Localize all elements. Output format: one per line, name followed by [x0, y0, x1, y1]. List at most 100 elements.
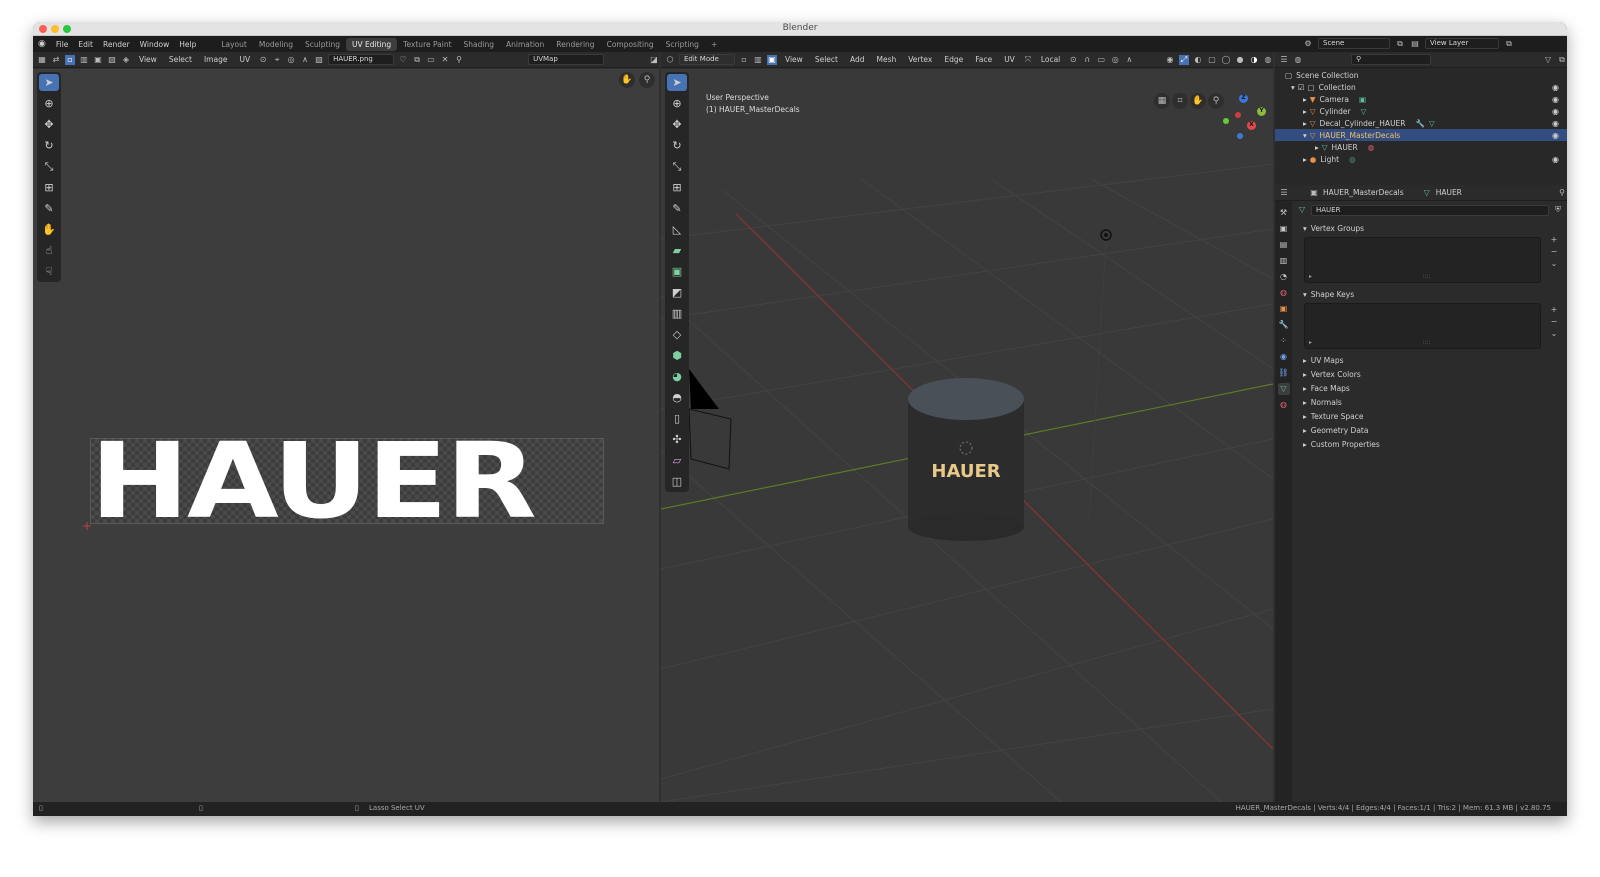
cylinder-eye-icon[interactable]: ◉ — [1552, 107, 1559, 116]
inset-tool-icon[interactable]: ▣ — [667, 263, 687, 280]
panel-texture-space[interactable]: ▸ Texture Space — [1297, 409, 1563, 423]
object-tab-icon[interactable]: ▣ — [1278, 303, 1290, 315]
outliner-type-icon[interactable]: ☰ — [1279, 55, 1289, 65]
tab-shading[interactable]: Shading — [458, 38, 500, 51]
tab-uv-editing[interactable]: UV Editing — [346, 37, 398, 51]
menu-edit[interactable]: Edit — [73, 40, 98, 49]
new-scene-icon[interactable]: ⧉ — [1395, 39, 1405, 49]
move-tool-icon[interactable]: ✥ — [39, 116, 59, 133]
display-channels-icon[interactable]: ◪ — [649, 55, 659, 65]
panel-vertex-groups[interactable]: ▾ Vertex Groups — [1297, 221, 1563, 235]
toggle-grid-view-icon[interactable]: ▦ — [1154, 93, 1170, 109]
edge-mode-icon[interactable]: ▥ — [753, 55, 763, 65]
sticky-mode-icon[interactable]: ◈ — [121, 55, 131, 65]
pin-icon[interactable]: ⚲ — [454, 55, 464, 65]
solid-shading-icon[interactable]: ● — [1235, 55, 1245, 65]
tab-compositing[interactable]: Compositing — [601, 38, 660, 51]
proportional-edit-icon[interactable]: ◎ — [1110, 55, 1120, 65]
measure-tool-icon[interactable]: ◺ — [667, 221, 687, 238]
menu-file[interactable]: File — [51, 40, 74, 49]
scene-icon[interactable]: ⚙ — [1303, 39, 1313, 49]
menu-window[interactable]: Window — [135, 40, 175, 49]
knife-tool-icon[interactable]: ◇ — [667, 326, 687, 343]
zoom-view-icon[interactable]: ⚲ — [639, 72, 655, 88]
extrude-tool-icon[interactable]: ▰ — [667, 242, 687, 259]
vp-annotate-tool-icon[interactable]: ✎ — [667, 200, 687, 217]
outliner-camera[interactable]: ▸ ▼ Camera ▣ ◉ — [1275, 93, 1567, 105]
vertex-group-menu-icon[interactable]: ⌄ — [1549, 259, 1559, 269]
blender-logo-icon[interactable]: ◉ — [33, 39, 51, 49]
visibility-icon[interactable]: ◉ — [1165, 55, 1175, 65]
vp-cursor-tool-icon[interactable]: ⊕ — [667, 95, 687, 112]
edge-slide-tool-icon[interactable]: ▯ — [667, 410, 687, 427]
panel-custom-properties[interactable]: ▸ Custom Properties — [1297, 437, 1563, 451]
panel-shape-keys[interactable]: ▾ Shape Keys — [1297, 287, 1563, 301]
unlink-image-icon[interactable]: ✕ — [440, 55, 450, 65]
new-collection-icon[interactable]: ⧉ — [1557, 55, 1567, 65]
scene-tab-icon[interactable]: ◔ — [1278, 271, 1290, 283]
image-browse-icon[interactable]: ▨ — [314, 55, 324, 65]
uv-sync-icon[interactable]: ⇄ — [51, 55, 61, 65]
scale-tool-icon[interactable]: ⤡ — [39, 158, 59, 175]
menu-render[interactable]: Render — [98, 40, 135, 49]
outliner-cylinder[interactable]: ▸ ▽ Cylinder ▽ ◉ — [1275, 105, 1567, 117]
smooth-tool-icon[interactable]: ◓ — [667, 389, 687, 406]
wireframe-shading-icon[interactable]: ◯ — [1221, 55, 1231, 65]
particles-tab-icon[interactable]: ⁘ — [1278, 335, 1290, 347]
display-mode-icon[interactable]: ◍ — [1293, 55, 1303, 65]
loop-cut-tool-icon[interactable]: ▥ — [667, 305, 687, 322]
gizmo-neg-z[interactable] — [1237, 133, 1243, 139]
rip-tool-icon[interactable]: ◫ — [667, 473, 687, 490]
gizmo-neg-x[interactable] — [1235, 112, 1241, 118]
tab-modeling[interactable]: Modeling — [253, 38, 299, 51]
shape-keys-list[interactable]: ▸ :::: — [1304, 303, 1541, 349]
grab-tool-icon[interactable]: ✋ — [39, 221, 59, 238]
mesh-name-field[interactable]: HAUER — [1311, 204, 1549, 216]
view-layer-field[interactable]: View Layer — [1425, 38, 1499, 49]
uv-menu-view[interactable]: View — [135, 54, 161, 65]
open-image-icon[interactable]: ▭ — [426, 55, 436, 65]
material-shading-icon[interactable]: ◑ — [1249, 55, 1259, 65]
outliner-hauer-mesh[interactable]: ▸ ▽ HAUER ◍ — [1275, 141, 1567, 153]
fake-user-icon[interactable]: ♡ — [398, 55, 408, 65]
outliner-scene-collection[interactable]: ▢ Scene Collection — [1275, 69, 1567, 81]
gizmo-toggle-icon[interactable]: ⤢ — [1179, 54, 1189, 65]
vp-menu-select[interactable]: Select — [811, 54, 842, 65]
output-tab-icon[interactable]: ▤ — [1278, 239, 1290, 251]
3d-viewport[interactable]: HAUER User Perspective (1) HAUER_MasterD… — [661, 69, 1273, 802]
vert-mode-icon[interactable]: ▫ — [739, 55, 749, 65]
add-vertex-group-icon[interactable]: + — [1549, 235, 1559, 245]
world-tab-icon[interactable]: ◍ — [1278, 287, 1290, 299]
panel-uv-maps[interactable]: ▸ UV Maps — [1297, 353, 1563, 367]
mode-dropdown[interactable]: Edit Mode — [679, 54, 735, 65]
vp-menu-mesh[interactable]: Mesh — [872, 54, 900, 65]
bevel-tool-icon[interactable]: ◩ — [667, 284, 687, 301]
light-eye-icon[interactable]: ◉ — [1552, 155, 1559, 164]
properties-pin-icon[interactable]: ⚲ — [1557, 188, 1567, 198]
vp-pan-icon[interactable]: ✋ — [1190, 93, 1206, 109]
2d-cursor-icon[interactable]: + — [82, 519, 96, 533]
pivot-point-icon[interactable]: ⊙ — [1068, 55, 1078, 65]
transform-tool-icon[interactable]: ⊞ — [39, 179, 59, 196]
select-tool-icon[interactable]: ➤ — [39, 74, 59, 91]
uv-menu-uv[interactable]: UV — [235, 54, 254, 65]
snap-target-icon[interactable]: ▭ — [1096, 55, 1106, 65]
camera-view-icon[interactable]: ⌗ — [1172, 93, 1188, 109]
uv-menu-image[interactable]: Image — [200, 54, 232, 65]
vp-menu-view[interactable]: View — [781, 54, 807, 65]
proportional-icon[interactable]: ◎ — [286, 55, 296, 65]
physics-tab-icon[interactable]: ◉ — [1278, 351, 1290, 363]
vp-scale-tool-icon[interactable]: ⤡ — [667, 158, 687, 175]
poly-build-tool-icon[interactable]: ⬢ — [667, 347, 687, 364]
overlay-toggle-icon[interactable]: ◐ — [1193, 55, 1203, 65]
tab-animation[interactable]: Animation — [500, 38, 550, 51]
camera-eye-icon[interactable]: ◉ — [1552, 95, 1559, 104]
face-select-icon[interactable]: ▣ — [93, 55, 103, 65]
fake-user-shield-icon[interactable]: ⛨ — [1553, 205, 1563, 215]
falloff-icon[interactable]: ∧ — [300, 55, 310, 65]
outliner-collection[interactable]: ▾ ☑ ▢ Collection ◉ — [1275, 81, 1567, 93]
gizmo-z-axis[interactable]: Z — [1239, 94, 1248, 103]
vp-menu-face[interactable]: Face — [971, 54, 996, 65]
vp-move-tool-icon[interactable]: ✥ — [667, 116, 687, 133]
vp-menu-add[interactable]: Add — [846, 54, 869, 65]
